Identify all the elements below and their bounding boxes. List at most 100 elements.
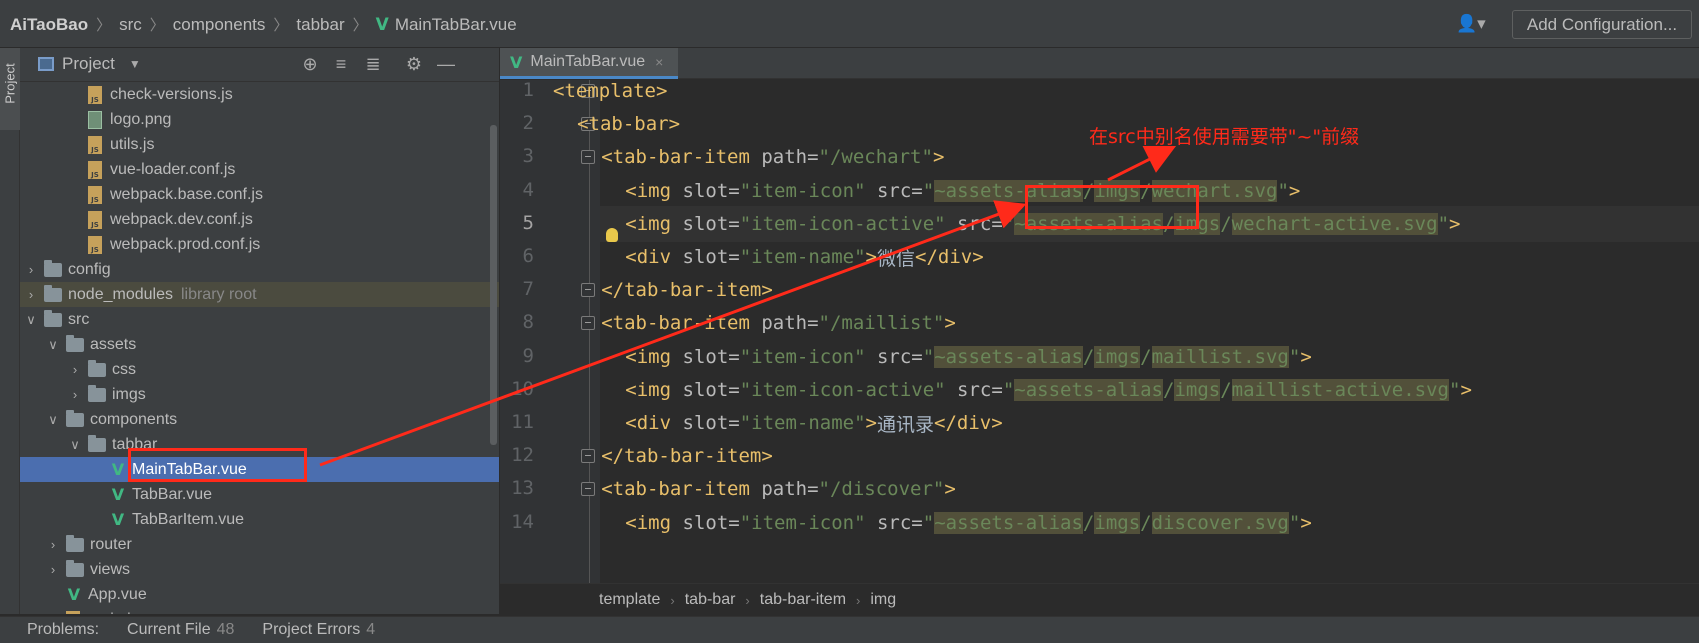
code-breadcrumb-template[interactable]: template	[599, 591, 660, 609]
tree-item[interactable]: V App.vue	[20, 582, 499, 607]
breadcrumb-components[interactable]: components	[173, 15, 266, 35]
js-file-icon: JS	[66, 610, 80, 614]
tree-item[interactable]: JS check-versions.js	[20, 82, 499, 107]
tree-item[interactable]: ∨ src	[20, 307, 499, 332]
tree-item[interactable]: V TabBar.vue	[20, 482, 499, 507]
code-token: ~assets-alias	[934, 511, 1083, 534]
tree-item[interactable]: JS webpack.dev.conf.js	[20, 207, 499, 232]
tree-item[interactable]: JS webpack.prod.conf.js	[20, 232, 499, 257]
chevron-right-icon[interactable]: ›	[68, 387, 82, 402]
tab-project-errors[interactable]: Project Errors 4	[262, 621, 375, 639]
tree-item[interactable]: logo.png	[20, 107, 499, 132]
breadcrumb-src[interactable]: src	[119, 15, 142, 35]
chevron-down-icon[interactable]: ∨	[46, 337, 60, 353]
chevron-right-icon[interactable]: ›	[46, 562, 60, 577]
tree-item[interactable]: › imgs	[20, 382, 499, 407]
tree-item[interactable]: JS main.js	[20, 607, 499, 614]
chevron-down-icon[interactable]: ∨	[46, 412, 60, 428]
user-icon[interactable]: 👤▾	[1456, 14, 1486, 34]
tree-item-label: node_modules	[68, 285, 173, 303]
tree-item[interactable]: JS utils.js	[20, 132, 499, 157]
chevron-right-icon[interactable]: ›	[24, 287, 38, 302]
code-line[interactable]: <template>	[553, 73, 1699, 109]
folder-icon	[88, 384, 106, 402]
close-icon[interactable]: ×	[655, 54, 663, 70]
code-breadcrumb-img[interactable]: img	[870, 591, 896, 609]
project-tool-window-tab[interactable]: Project	[0, 48, 20, 130]
folder-icon	[88, 359, 106, 377]
folder-icon	[44, 259, 62, 277]
code-line[interactable]: <tab-bar-item path= "/discover" >	[553, 471, 1699, 507]
line-number: 9	[522, 344, 534, 367]
code-line[interactable]: <div slot= "item-name" > 微信 </div>	[553, 239, 1699, 275]
code-line[interactable]: <div slot= "item-name" > 通讯录 </div>	[553, 405, 1699, 441]
tree-item[interactable]: › node_modules library root	[20, 282, 499, 307]
vue-file-icon: V	[510, 52, 523, 72]
tab-current-file[interactable]: Current File 48	[127, 621, 234, 639]
locate-icon[interactable]: ⊕	[300, 54, 320, 75]
chevron-right-icon[interactable]: ›	[68, 362, 82, 377]
code-token: path=	[761, 478, 819, 501]
code-line[interactable]: <tab-bar-item path= "/maillist" >	[553, 305, 1699, 341]
code-token: path=	[761, 146, 819, 169]
image-file-icon	[88, 110, 102, 129]
tree-item[interactable]: ∨ components	[20, 407, 499, 432]
js-file-icon: JS	[88, 210, 102, 229]
project-tree-scrollbar[interactable]	[490, 125, 497, 445]
project-view-selector[interactable]: Project ▼	[38, 54, 141, 74]
tree-item[interactable]: › config	[20, 257, 499, 282]
code-token: <img	[625, 179, 683, 202]
collapse-all-icon[interactable]: ≣	[363, 54, 383, 75]
code-token: "/maillist"	[818, 312, 945, 335]
code-line[interactable]: <img slot= "item-icon" src= " ~assets-alias…	[553, 505, 1699, 541]
line-number: 1	[522, 79, 534, 101]
code-line[interactable]: </tab-bar-item>	[553, 438, 1699, 474]
expand-all-icon[interactable]: ≡	[331, 54, 351, 75]
add-configuration-button[interactable]: Add Configuration...	[1512, 10, 1692, 39]
code-breadcrumb-tab-bar[interactable]: tab-bar	[685, 591, 736, 609]
code-breadcrumb: template › tab-bar › tab-bar-item › img	[500, 583, 1699, 616]
code-token: >	[1300, 345, 1312, 368]
tree-item[interactable]: › views	[20, 557, 499, 582]
tree-item-label: utils.js	[110, 135, 155, 153]
code-token: /	[1220, 378, 1232, 401]
chevron-right-icon[interactable]: ›	[24, 262, 38, 277]
tree-item-label: components	[90, 410, 178, 428]
project-panel-header: Project ▼ ⊕ ≡ ≣ ⚙ —	[20, 48, 499, 82]
code-line[interactable]: <img slot= "item-icon" src= " ~assets-alias…	[553, 339, 1699, 375]
chevron-right-icon[interactable]: ›	[46, 537, 60, 552]
chevron-down-icon[interactable]: ∨	[68, 437, 82, 453]
code-token: </tab-bar-item>	[601, 445, 773, 468]
js-file-icon: JS	[88, 160, 102, 179]
breadcrumb-file[interactable]: MainTabBar.vue	[395, 15, 517, 35]
code-line[interactable]: <img slot= "item-icon-active" src= " ~asset…	[553, 372, 1699, 408]
problems-label: Problems:	[27, 621, 100, 638]
gear-icon[interactable]: ⚙	[404, 54, 424, 75]
code-token: slot=	[682, 511, 740, 534]
code-token: <img	[625, 212, 683, 235]
code-line[interactable]: </tab-bar-item>	[553, 272, 1699, 308]
line-number: 13	[511, 477, 534, 500]
tree-item[interactable]: › router	[20, 532, 499, 557]
tree-item[interactable]: V TabBarItem.vue	[20, 507, 499, 532]
navigation-bar: AiTaoBao 〉 src 〉 components 〉 tabbar 〉 V…	[0, 0, 1699, 48]
minimize-icon[interactable]: —	[436, 54, 456, 75]
chevron-down-icon[interactable]: ∨	[24, 312, 38, 328]
tree-item[interactable]: › css	[20, 357, 499, 382]
breadcrumb-tabbar[interactable]: tabbar	[296, 15, 344, 35]
breadcrumb-project[interactable]: AiTaoBao	[10, 15, 88, 35]
code-token: </tab-bar-item>	[601, 279, 773, 302]
code-breadcrumb-tab-bar-item[interactable]: tab-bar-item	[760, 591, 846, 609]
chevron-right-icon: 〉	[273, 17, 289, 34]
tree-item-label: check-versions.js	[110, 85, 233, 103]
code-token: src=	[957, 378, 1003, 401]
code-token: >	[1460, 378, 1472, 401]
tree-item[interactable]: JS webpack.base.conf.js	[20, 182, 499, 207]
code-token: "	[922, 179, 935, 202]
lightbulb-icon[interactable]	[606, 228, 618, 242]
breadcrumb: AiTaoBao 〉 src 〉 components 〉 tabbar 〉 V…	[10, 14, 517, 35]
code-token: "/wechart"	[818, 146, 933, 169]
tree-item[interactable]: ∨ assets	[20, 332, 499, 357]
tree-item[interactable]: JS vue-loader.conf.js	[20, 157, 499, 182]
chevron-right-icon: 〉	[352, 17, 368, 34]
